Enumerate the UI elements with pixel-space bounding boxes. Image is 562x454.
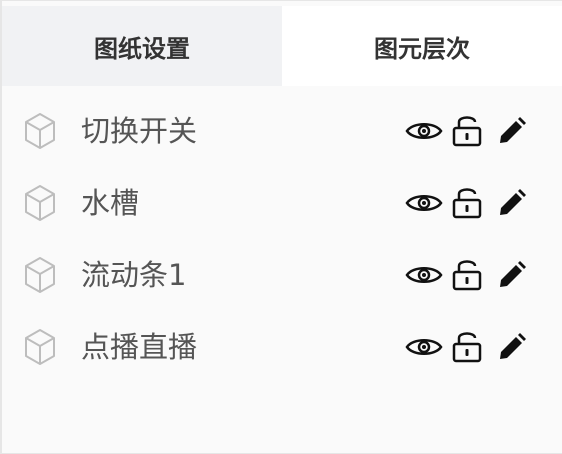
layer-row[interactable]: 水槽: [2, 167, 562, 239]
unlock-icon[interactable]: [452, 329, 482, 363]
layer-name: 流动条1: [81, 258, 187, 292]
cube-icon: [25, 113, 55, 149]
layer-name: 切换开关: [81, 114, 198, 148]
layer-panel: 图纸设置 图元层次 切换开关 水槽 流动条1 点播直播: [0, 0, 562, 454]
layer-actions: [405, 329, 529, 365]
unlock-icon[interactable]: [452, 113, 482, 147]
unlock-icon[interactable]: [452, 185, 482, 219]
pencil-icon[interactable]: [498, 189, 526, 217]
layer-row[interactable]: 流动条1: [2, 239, 562, 311]
layer-list: 切换开关 水槽 流动条1 点播直播: [2, 95, 562, 383]
cube-icon: [25, 257, 55, 293]
eye-icon[interactable]: [405, 191, 443, 215]
pencil-icon[interactable]: [498, 333, 526, 361]
layer-row[interactable]: 点播直播: [2, 311, 562, 383]
layer-actions: [405, 185, 529, 221]
layer-name: 点播直播: [81, 330, 198, 364]
layer-actions: [405, 113, 529, 149]
tab-element-hierarchy[interactable]: 图元层次: [282, 6, 562, 86]
tab-bar: 图纸设置 图元层次: [2, 6, 562, 86]
eye-icon[interactable]: [405, 119, 443, 143]
eye-icon[interactable]: [405, 335, 443, 359]
layer-actions: [405, 257, 529, 293]
eye-icon[interactable]: [405, 263, 443, 287]
layer-row[interactable]: 切换开关: [2, 95, 562, 167]
pencil-icon[interactable]: [498, 261, 526, 289]
cube-icon: [25, 329, 55, 365]
tab-drawing-settings[interactable]: 图纸设置: [2, 6, 282, 86]
unlock-icon[interactable]: [452, 257, 482, 291]
pencil-icon[interactable]: [498, 117, 526, 145]
layer-name: 水槽: [81, 186, 140, 220]
cube-icon: [25, 185, 55, 221]
